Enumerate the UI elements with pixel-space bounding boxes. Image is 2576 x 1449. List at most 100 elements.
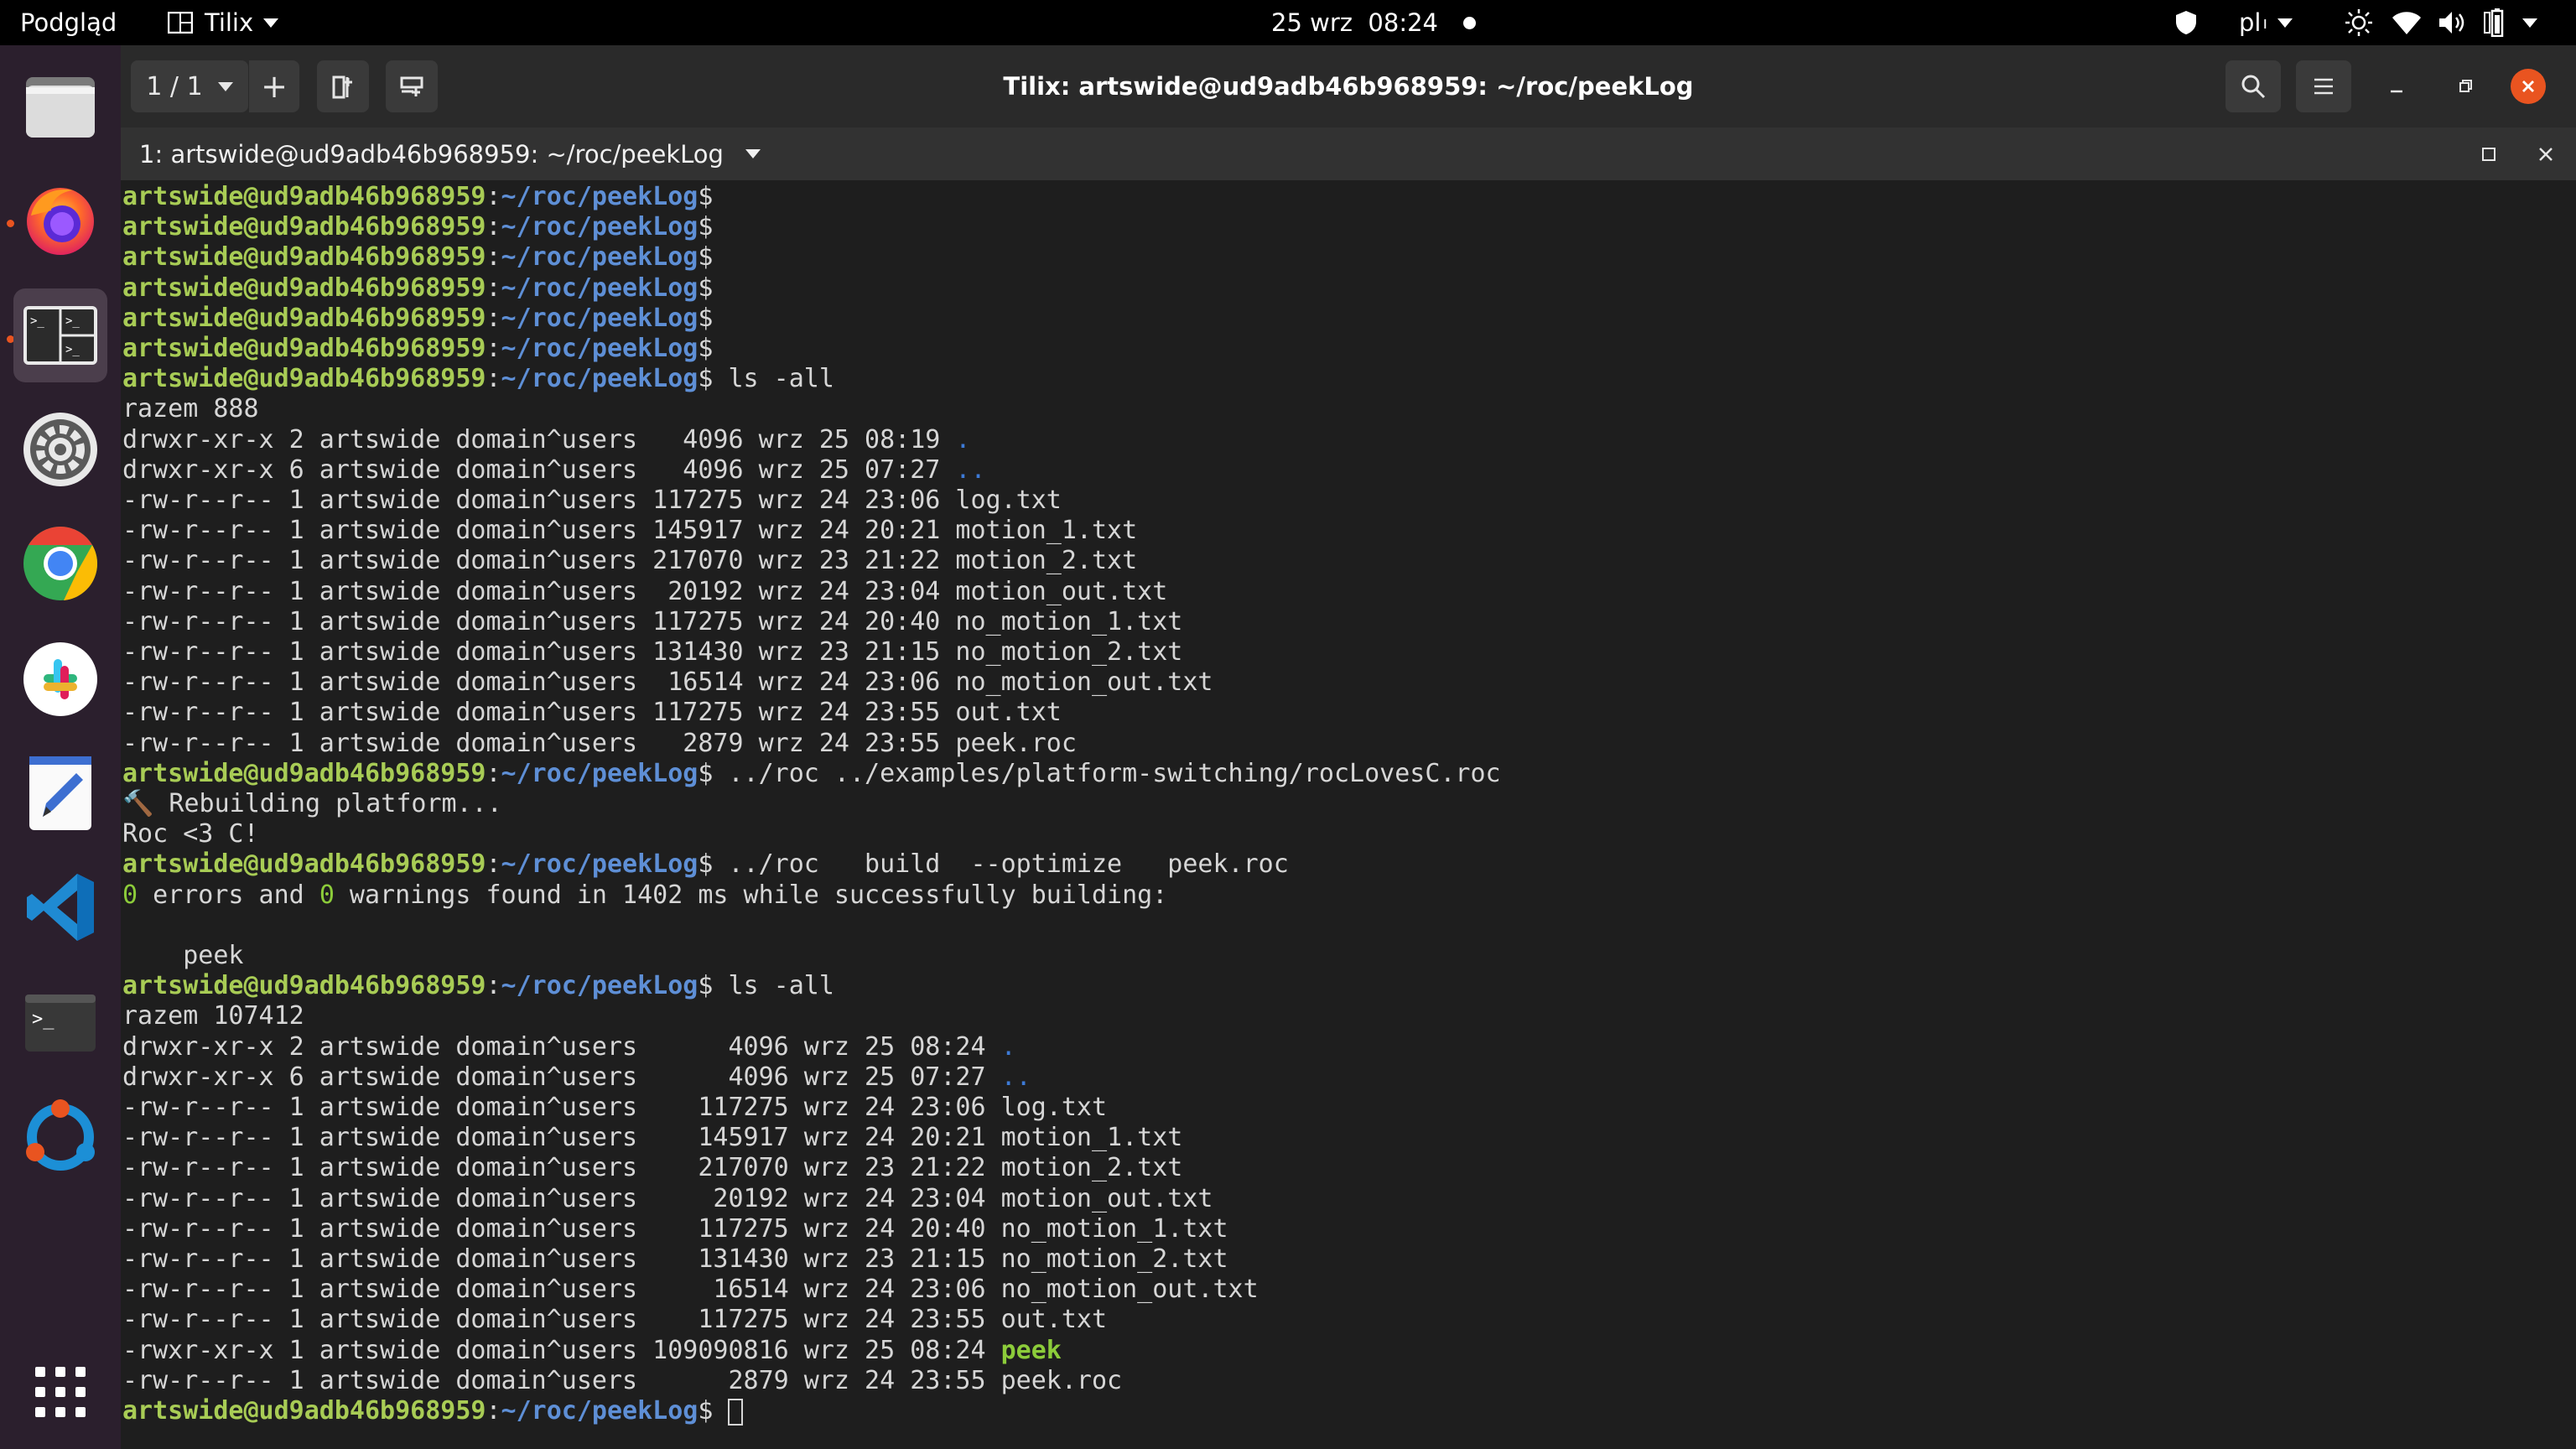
file-metadata: -rw-r--r-- 1 artswide domain^users 21707…	[122, 1153, 1001, 1183]
prompt-user: artswide@ud9adb46b968959	[122, 182, 486, 211]
terminal-line: razem 888	[122, 394, 259, 424]
close-button[interactable]	[2511, 69, 2546, 104]
prompt-separator: :	[486, 212, 501, 242]
split-down-icon	[400, 76, 423, 96]
file-name: out.txt	[955, 698, 1062, 728]
dock-item-text-editor[interactable]	[13, 746, 107, 840]
error-count: 0	[122, 880, 138, 910]
prompt-separator: :	[486, 303, 501, 333]
output-text: Roc <3 C!	[122, 819, 259, 849]
file-metadata: drwxr-xr-x 2 artswide domain^users 4096 …	[122, 424, 956, 454]
file-metadata: -rw-r--r-- 1 artswide domain^users 11727…	[122, 1213, 1001, 1244]
prompt-path: ~/roc/peekLog	[501, 849, 699, 880]
dock-item-settings[interactable]	[13, 402, 107, 496]
terminal-title-menu[interactable]: 1: artswide@ud9adb46b968959: ~/roc/peekL…	[139, 127, 761, 180]
prompt-path: ~/roc/peekLog	[501, 364, 699, 394]
prompt-separator: :	[486, 364, 501, 394]
maximize-terminal-button[interactable]	[2477, 143, 2501, 166]
terminal-line: -rw-r--r-- 1 artswide domain^users 13143…	[122, 637, 1182, 667]
prompt-user: artswide@ud9adb46b968959	[122, 1396, 486, 1426]
slack-icon	[23, 642, 97, 716]
file-metadata: -rw-r--r-- 1 artswide domain^users 20192…	[122, 1183, 1001, 1213]
find-button[interactable]	[2225, 60, 2281, 112]
prompt-separator: :	[486, 273, 501, 303]
tilix-window: 1 / 1 + Tilix: artswide@ud9adb46b968959:…	[121, 45, 2576, 1449]
system-status-menu[interactable]	[2345, 0, 2537, 45]
file-name: out.txt	[1000, 1305, 1108, 1335]
dock-item-chrome[interactable]	[13, 517, 107, 610]
terminal-line: -rw-r--r-- 1 artswide domain^users 11727…	[122, 1214, 1228, 1244]
prompt-symbol: $	[698, 1396, 714, 1426]
dock-item-files[interactable]	[13, 59, 107, 153]
dock-item-slack[interactable]	[13, 632, 107, 726]
terminal-line: artswide@ud9adb46b968959:~/roc/peekLog$ …	[122, 759, 1501, 789]
menu-button[interactable]	[2296, 60, 2351, 112]
close-icon	[2539, 148, 2553, 161]
session-switcher-button[interactable]: 1 / 1	[131, 60, 248, 112]
file-name: peek	[1000, 1335, 1062, 1365]
split-right-icon	[332, 75, 352, 99]
dock-item-show-apps[interactable]	[13, 1345, 107, 1439]
chevron-down-icon	[263, 18, 279, 28]
prompt-user: artswide@ud9adb46b968959	[122, 212, 486, 242]
terminal-line: -rw-r--r-- 1 artswide domain^users 13143…	[122, 1244, 1228, 1275]
file-metadata: -rw-r--r-- 1 artswide domain^users 20192…	[122, 576, 956, 606]
file-name: log.txt	[1000, 1093, 1108, 1122]
terminal-line: -rw-r--r-- 1 artswide domain^users 2879 …	[122, 729, 1077, 759]
add-terminal-down-button[interactable]	[386, 60, 438, 112]
prompt-separator: :	[486, 182, 501, 211]
prompt-user: artswide@ud9adb46b968959	[122, 303, 486, 333]
firefox-icon	[27, 188, 94, 255]
output-text: 🔨 Rebuilding platform...	[122, 789, 502, 818]
file-name: no_motion_1.txt	[1000, 1213, 1228, 1244]
file-name: peek.roc	[1000, 1365, 1123, 1395]
top-bar: Podgląd Tilix 25 wrz 08:24 pl ı	[0, 0, 2576, 45]
folder-icon	[26, 77, 95, 138]
prompt-path: ~/roc/peekLog	[501, 182, 699, 211]
file-name: peek.roc	[955, 728, 1077, 758]
terminal-line: 0 errors and 0 warnings found in 1402 ms…	[122, 880, 1167, 911]
dock-item-tilix[interactable]: >_ >_ >_	[13, 288, 107, 382]
shield-icon[interactable]	[2175, 0, 2197, 45]
clock-button[interactable]: 25 wrz 08:24	[1271, 0, 1476, 45]
svg-text:>_: >_	[65, 343, 80, 356]
file-name: motion_2.txt	[1000, 1153, 1183, 1183]
terminal-line: peek	[122, 941, 244, 971]
add-session-button[interactable]: +	[248, 60, 299, 112]
output-text: peek	[122, 941, 244, 970]
prompt-symbol: $	[698, 242, 714, 273]
prompt-user: artswide@ud9adb46b968959	[122, 364, 486, 394]
keyboard-layout-menu[interactable]: pl ı	[2239, 0, 2293, 45]
svg-text:>_: >_	[32, 1009, 55, 1030]
tilix-app-icon	[168, 12, 193, 34]
app-menu[interactable]: Tilix	[168, 0, 279, 45]
dock-item-vscode[interactable]	[13, 860, 107, 954]
file-name: motion_2.txt	[955, 546, 1138, 576]
file-metadata: -rw-r--r-- 1 artswide domain^users 11727…	[122, 698, 956, 728]
prompt-symbol: $	[698, 971, 714, 1001]
file-metadata: -rw-r--r-- 1 artswide domain^users 2879 …	[122, 1365, 1001, 1395]
maximize-button[interactable]	[2444, 60, 2487, 112]
close-terminal-button[interactable]	[2534, 143, 2558, 166]
terminal-line: -rw-r--r-- 1 artswide domain^users 20192…	[122, 1184, 1213, 1214]
prompt-user: artswide@ud9adb46b968959	[122, 273, 486, 303]
terminal-line: drwxr-xr-x 6 artswide domain^users 4096 …	[122, 1062, 1031, 1093]
prompt-path: ~/roc/peekLog	[501, 1396, 699, 1426]
dock-item-terminal[interactable]: >_	[13, 976, 107, 1070]
file-metadata: -rw-r--r-- 1 artswide domain^users 21707…	[122, 546, 956, 576]
terminal-line: 🔨 Rebuilding platform...	[122, 789, 502, 819]
prompt-separator: :	[486, 242, 501, 273]
activities-button[interactable]: Podgląd	[20, 0, 117, 45]
minimize-button[interactable]	[2375, 60, 2418, 112]
session-counter-label: 1 / 1	[146, 71, 203, 101]
terminal-line: artswide@ud9adb46b968959:~/roc/peekLog$ …	[122, 971, 834, 1001]
file-metadata: -rw-r--r-- 1 artswide domain^users 16514…	[122, 1275, 1001, 1305]
add-terminal-right-button[interactable]	[317, 60, 369, 112]
dock-item-ubuntu-software[interactable]	[13, 1090, 107, 1184]
brightness-icon	[2345, 9, 2372, 36]
dock-item-firefox[interactable]	[13, 173, 107, 267]
terminal-view[interactable]: artswide@ud9adb46b968959:~/roc/peekLog$ a…	[121, 180, 2576, 1449]
terminal-title-label: 1: artswide@ud9adb46b968959: ~/roc/peekL…	[139, 139, 724, 169]
command-text: ls -all	[713, 971, 834, 1001]
file-name: .	[955, 424, 971, 454]
